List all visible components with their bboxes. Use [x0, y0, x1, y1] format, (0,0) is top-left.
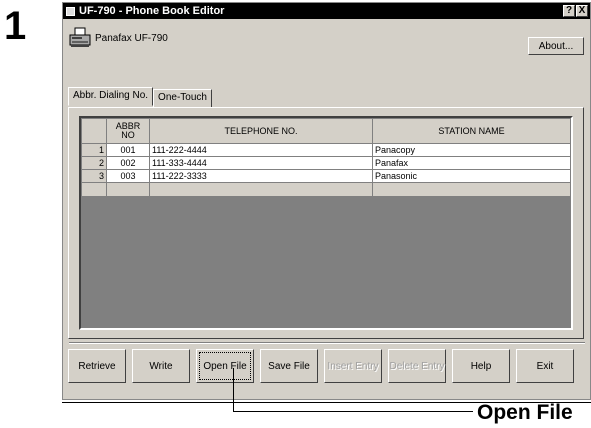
help-title-button[interactable]: ? [563, 5, 575, 17]
telephone-header: TELEPHONE NO. [149, 118, 373, 144]
callout-label: Open File [477, 401, 573, 424]
tab-strip: Abbr. Dialing No. One-Touch [68, 87, 212, 108]
retrieve-button[interactable]: Retrieve [68, 349, 126, 383]
row-number: 3 [81, 169, 107, 183]
tab-panel: ABBR NO TELEPHONE NO. STATION NAME 1 001… [68, 107, 584, 339]
station-name-cell[interactable]: Panasonic [372, 169, 571, 183]
open-file-button[interactable]: Open File [196, 349, 254, 383]
write-button[interactable]: Write [132, 349, 190, 383]
abbr-no-cell[interactable]: 002 [106, 156, 150, 170]
phonebook-table: ABBR NO TELEPHONE NO. STATION NAME 1 001… [81, 118, 571, 197]
fax-machine-icon [69, 27, 91, 47]
device-info: Panafax UF-790 [69, 27, 168, 49]
station-name-header: STATION NAME [372, 118, 571, 144]
window-title: UF-790 - Phone Book Editor [79, 5, 225, 17]
exit-button[interactable]: Exit [516, 349, 574, 383]
device-name: Panafax UF-790 [95, 32, 168, 44]
table-row[interactable]: 1 001 111-222-4444 Panacopy [81, 143, 571, 157]
help-button[interactable]: Help [452, 349, 510, 383]
table-row[interactable]: 3 003 111-222-3333 Panasonic [81, 169, 571, 183]
insert-entry-button[interactable]: Insert Entry [324, 349, 382, 383]
abbr-no-header: ABBR NO [106, 118, 150, 144]
telephone-cell[interactable]: 111-222-4444 [149, 143, 373, 157]
phone-book-editor-window: UF-790 - Phone Book Editor ? X Panafax U… [62, 2, 591, 400]
abbr-no-cell[interactable]: 001 [106, 143, 150, 157]
telephone-cell[interactable]: 111-333-4444 [149, 156, 373, 170]
station-name-cell[interactable] [372, 182, 571, 197]
callout-line-vertical [233, 368, 234, 412]
title-bar: UF-790 - Phone Book Editor ? X [63, 3, 590, 19]
telephone-cell[interactable] [149, 182, 373, 197]
callout-line-horizontal [233, 411, 473, 412]
table-row[interactable]: 2 002 111-333-4444 Panafax [81, 156, 571, 170]
new-entry-row[interactable] [81, 182, 571, 197]
tab-abbr-dialing[interactable]: Abbr. Dialing No. [68, 87, 154, 106]
telephone-cell[interactable]: 111-222-3333 [149, 169, 373, 183]
step-number: 1 [4, 4, 27, 48]
delete-entry-button[interactable]: Delete Entry [388, 349, 446, 383]
row-number: 2 [81, 156, 107, 170]
about-button[interactable]: About... [528, 37, 584, 55]
row-number: 1 [81, 143, 107, 157]
button-bar: Retrieve Write Open File Save File Inser… [68, 349, 574, 383]
phonebook-grid[interactable]: ABBR NO TELEPHONE NO. STATION NAME 1 001… [79, 116, 573, 330]
station-name-cell[interactable]: Panafax [372, 156, 571, 170]
tab-one-touch[interactable]: One-Touch [153, 89, 212, 108]
abbr-no-cell[interactable]: 003 [106, 169, 150, 183]
app-icon [66, 6, 75, 16]
close-title-button[interactable]: X [576, 5, 588, 17]
save-file-button[interactable]: Save File [260, 349, 318, 383]
row-number [81, 182, 107, 197]
abbr-no-cell[interactable] [106, 182, 150, 197]
separator [69, 342, 585, 344]
table-header-row: ABBR NO TELEPHONE NO. STATION NAME [81, 118, 571, 144]
station-name-cell[interactable]: Panacopy [372, 143, 571, 157]
row-number-header [81, 118, 107, 144]
